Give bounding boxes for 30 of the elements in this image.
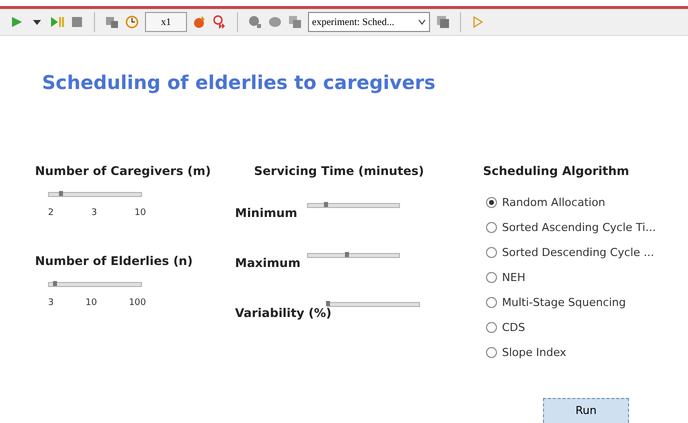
option-label: Slope Index <box>502 346 566 359</box>
slider-label: Minimum <box>235 206 298 220</box>
tick-label: 2 <box>48 208 54 218</box>
tick-label: 10 <box>134 208 146 218</box>
speed-field[interactable]: x1 <box>145 12 187 32</box>
radio-option[interactable]: CDS <box>486 315 688 340</box>
radio-option[interactable]: Multi-Stage Squencing <box>486 290 688 315</box>
radio-option[interactable]: NEH <box>486 265 688 290</box>
section-heading: Servicing Time (minutes) <box>254 164 425 178</box>
radio-option[interactable]: Random Allocation <box>486 190 688 215</box>
option-label: CDS <box>502 321 526 334</box>
radio-option[interactable]: Sorted Ascending Cycle Ti... <box>486 215 688 240</box>
radio-option[interactable]: Slope Index <box>486 340 688 365</box>
tick-label: 10 <box>86 298 97 308</box>
radio-option[interactable]: Sorted Descending Cycle ... <box>486 240 688 265</box>
run-button[interactable]: Run <box>543 398 629 423</box>
section-heading: Scheduling Algorithm <box>483 164 630 178</box>
slider-heading: Number of Elderlies (n) <box>35 254 194 268</box>
tick-label: 100 <box>128 298 146 308</box>
tick-label: 3 <box>91 208 97 218</box>
option-label: Multi-Stage Squencing <box>502 296 626 309</box>
option-label: Sorted Descending Cycle ... <box>502 246 654 259</box>
slider-label: Maximum <box>235 256 302 270</box>
option-label: NEH <box>502 271 526 284</box>
option-label: Random Allocation <box>502 196 606 209</box>
page-title: Scheduling of elderlies to caregivers <box>42 72 436 94</box>
tick-label: 3 <box>48 298 54 308</box>
slider-heading: Number of Caregivers (m) <box>35 164 212 178</box>
experiment-dropdown[interactable]: experiment: Sched... <box>308 12 430 32</box>
option-label: Sorted Ascending Cycle Ti... <box>502 221 656 234</box>
